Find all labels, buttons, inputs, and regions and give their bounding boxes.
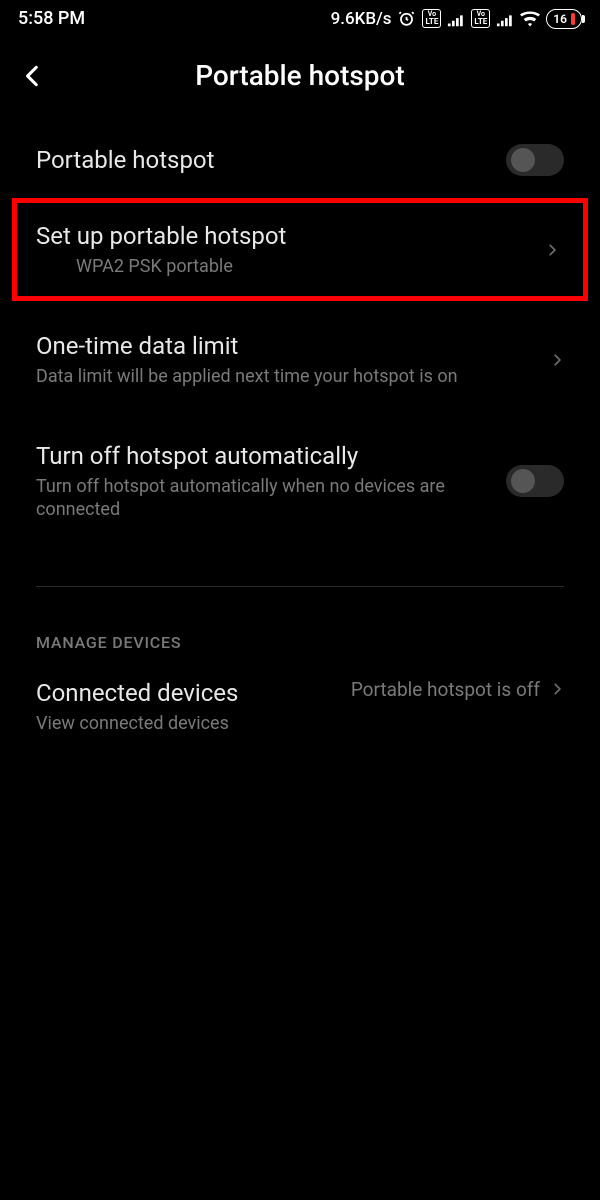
row-connected-devices[interactable]: Connected devices View connected devices… — [0, 664, 600, 757]
page-header: Portable hotspot — [0, 33, 600, 122]
row-title: Portable hotspot — [36, 145, 494, 175]
lte-badge-1: VoLTE — [422, 9, 441, 28]
battery-icon: 16 — [546, 9, 582, 29]
page-title: Portable hotspot — [20, 59, 580, 92]
row-title: Turn off hotspot automatically — [36, 441, 494, 471]
row-title: Set up portable hotspot — [36, 221, 533, 251]
wifi-icon — [520, 11, 540, 27]
status-time: 5:58 PM — [18, 8, 85, 29]
chevron-right-icon — [550, 349, 564, 371]
row-value: Portable hotspot is off — [351, 678, 540, 702]
row-title: One-time data limit — [36, 331, 538, 361]
row-data-limit[interactable]: One-time data limit Data limit will be a… — [0, 301, 600, 410]
hotspot-toggle[interactable] — [506, 144, 564, 176]
row-title: Connected devices — [36, 678, 339, 708]
row-subtitle: WPA2 PSK portable — [36, 255, 533, 278]
section-manage-devices: MANAGE DEVICES — [0, 587, 600, 664]
chevron-right-icon — [545, 239, 559, 261]
status-speed: 9.6KB/s — [331, 9, 392, 29]
alarm-icon — [397, 9, 416, 28]
row-hotspot-toggle[interactable]: Portable hotspot — [0, 122, 600, 198]
row-subtitle: Data limit will be applied next time you… — [36, 365, 538, 388]
signal-icon-2 — [496, 11, 514, 27]
chevron-right-icon — [550, 678, 564, 700]
row-subtitle: Turn off hotspot automatically when no d… — [36, 475, 494, 522]
lte-badge-2: VoLTE — [471, 9, 490, 28]
auto-off-toggle[interactable] — [506, 465, 564, 497]
row-auto-off[interactable]: Turn off hotspot automatically Turn off … — [0, 411, 600, 544]
status-bar: 5:58 PM 9.6KB/s VoLTE VoLTE 16 — [0, 0, 600, 33]
row-subtitle: View connected devices — [36, 712, 339, 735]
signal-icon-1 — [447, 11, 465, 27]
row-setup-hotspot[interactable]: Set up portable hotspot WPA2 PSK portabl… — [12, 198, 588, 301]
